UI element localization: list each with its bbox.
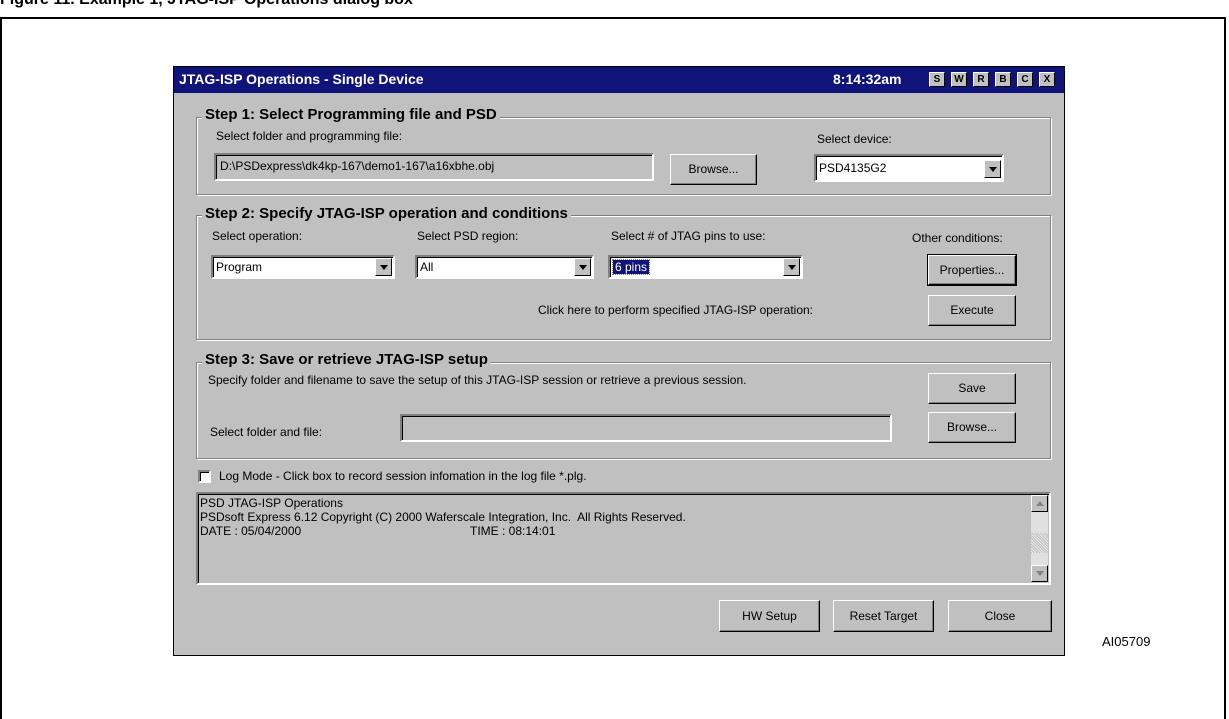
clock-display: 8:14:32am xyxy=(833,71,902,87)
close-button[interactable]: Close xyxy=(948,600,1052,632)
chevron-down-icon xyxy=(787,264,796,270)
step1-legend: Step 1: Select Programming file and PSD xyxy=(202,106,500,123)
operation-value: Program xyxy=(216,260,263,274)
log-date: DATE : 05/04/2000 xyxy=(200,524,302,538)
region-value: All xyxy=(420,260,434,274)
log-time: TIME : 08:14:01 xyxy=(470,524,556,538)
log-mode-label: Log Mode - Click box to record session i… xyxy=(219,469,587,483)
setup-file-label: Select folder and file: xyxy=(210,425,323,439)
reset-target-button[interactable]: Reset Target xyxy=(833,600,934,632)
programming-file-label: Select folder and programming file: xyxy=(216,129,403,143)
pins-value: 6 pins xyxy=(611,259,651,275)
region-select[interactable]: All xyxy=(415,255,594,279)
scroll-up-button[interactable] xyxy=(1031,495,1048,512)
window-title: JTAG-ISP Operations - Single Device xyxy=(179,71,424,87)
browse-programming-file-button[interactable]: Browse... xyxy=(670,154,757,185)
title-button-s[interactable]: S xyxy=(929,72,945,87)
figure-heading: Figure 11. Example 1, JTAG-ISP Operation… xyxy=(0,0,413,9)
chevron-down-icon xyxy=(988,166,997,172)
device-dropdown-arrow[interactable] xyxy=(984,160,1001,178)
step3-description: Specify folder and filename to save the … xyxy=(208,373,747,387)
scroll-down-button[interactable] xyxy=(1031,565,1048,582)
pins-select[interactable]: 6 pins xyxy=(608,255,803,279)
save-setup-button[interactable]: Save xyxy=(928,373,1016,404)
browse-setup-file-button[interactable]: Browse... xyxy=(928,412,1016,443)
session-log[interactable]: PSD JTAG-ISP Operations PSDsoft Express … xyxy=(196,492,1051,585)
chevron-down-icon xyxy=(379,264,388,270)
operation-select[interactable]: Program xyxy=(211,255,395,279)
pins-dropdown-arrow[interactable] xyxy=(783,258,800,276)
device-value: PSD4135G2 xyxy=(819,161,887,175)
other-conditions-label: Other conditions: xyxy=(912,231,1003,245)
close-window-button[interactable]: X xyxy=(1039,72,1055,87)
hw-setup-button[interactable]: HW Setup xyxy=(719,600,820,632)
jtag-isp-dialog: JTAG-ISP Operations - Single Device 8:14… xyxy=(173,66,1065,656)
pins-label: Select # of JTAG pins to use: xyxy=(611,229,766,243)
region-label: Select PSD region: xyxy=(417,229,519,243)
chevron-down-icon xyxy=(578,264,587,270)
programming-file-path[interactable]: D:\PSDexpress\dk4kp-167\demo1-167\a16xbh… xyxy=(214,153,654,181)
region-dropdown-arrow[interactable] xyxy=(574,258,591,276)
title-bar[interactable]: JTAG-ISP Operations - Single Device 8:14… xyxy=(174,67,1064,93)
title-button-w[interactable]: W xyxy=(951,72,967,87)
step2-legend: Step 2: Specify JTAG-ISP operation and c… xyxy=(202,205,571,222)
device-select[interactable]: PSD4135G2 xyxy=(814,154,1004,182)
title-button-r[interactable]: R xyxy=(973,72,989,87)
arrow-down-icon xyxy=(1035,571,1044,576)
setup-file-field[interactable] xyxy=(400,414,892,442)
select-device-label: Select device: xyxy=(817,132,892,146)
title-button-c[interactable]: C xyxy=(1017,72,1033,87)
execute-button[interactable]: Execute xyxy=(928,295,1016,326)
log-scrollbar[interactable] xyxy=(1031,495,1048,582)
title-button-b[interactable]: B xyxy=(995,72,1011,87)
properties-button[interactable]: Properties... xyxy=(927,254,1017,286)
scroll-thumb[interactable] xyxy=(1031,533,1048,553)
operation-dropdown-arrow[interactable] xyxy=(375,258,392,276)
execute-hint: Click here to perform specified JTAG-ISP… xyxy=(538,303,814,317)
log-mode-checkbox[interactable] xyxy=(198,470,211,483)
figure-code: AI05709 xyxy=(1102,634,1151,649)
operation-label: Select operation: xyxy=(212,229,303,243)
log-line: PSD JTAG-ISP Operations xyxy=(200,496,343,510)
log-line: PSDsoft Express 6.12 Copyright (C) 2000 … xyxy=(200,510,686,524)
step3-legend: Step 3: Save or retrieve JTAG-ISP setup xyxy=(202,351,491,368)
arrow-up-icon xyxy=(1035,501,1044,506)
